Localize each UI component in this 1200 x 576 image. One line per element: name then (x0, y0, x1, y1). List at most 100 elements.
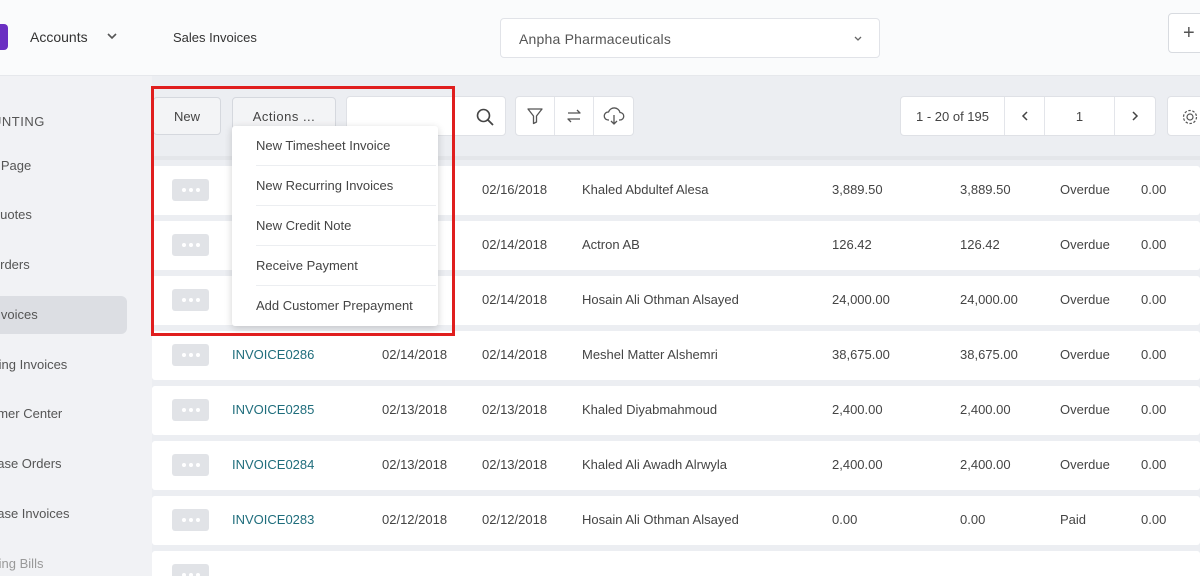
chevron-down-icon (854, 36, 862, 41)
menu-item-receive-payment[interactable]: Receive Payment (256, 246, 436, 286)
row-menu-button[interactable] (172, 454, 209, 476)
company-select-value: Anpha Pharmaceuticals (519, 31, 672, 47)
balance: 3,889.50 (960, 182, 1011, 197)
page-title: Sales Invoices (173, 30, 257, 45)
filter-button[interactable] (516, 97, 555, 135)
menu-item-new-recurring-invoices[interactable]: New Recurring Invoices (256, 166, 436, 206)
sidebar-item-orders[interactable]: Orders (0, 246, 127, 284)
sidebar-item-label: hase Invoices (0, 506, 70, 521)
row-menu-button[interactable] (172, 179, 209, 201)
page-number-input[interactable]: 1 (1045, 97, 1115, 135)
due-date: 02/16/2018 (482, 182, 548, 197)
balance: 126.42 (960, 237, 1000, 252)
chevron-left-icon (1021, 111, 1028, 121)
row-menu-button[interactable] (172, 344, 209, 366)
sidebar-item-recurring-bills[interactable]: rring Bills (0, 545, 127, 576)
row-menu-button[interactable] (172, 564, 209, 576)
invoice-number-link[interactable]: INVOICE0286 (232, 347, 314, 362)
cloud-download-icon (603, 107, 624, 125)
menu-item-add-customer-prepayment[interactable]: Add Customer Prepayment (256, 286, 436, 326)
customer-name: Hosain Ali Othman Alsayed (582, 292, 739, 307)
sort-button[interactable] (555, 97, 594, 135)
amount: 2,400.00 (832, 402, 883, 417)
sidebar-item-purchase-orders[interactable]: hase Orders (0, 445, 127, 483)
sidebar-item-customer-center[interactable]: omer Center (0, 395, 127, 433)
sidebar-item-quotes[interactable]: Quotes (0, 196, 127, 234)
customer-name: Khaled Diyabmahmoud (582, 402, 718, 417)
company-select[interactable]: Anpha Pharmaceuticals (500, 18, 880, 58)
status-badge: Overdue (1060, 457, 1110, 472)
export-button[interactable] (594, 97, 633, 135)
due-date: 02/14/2018 (482, 347, 548, 362)
list-tools (515, 96, 634, 136)
table-row[interactable]: INVOICE0286 02/14/2018 02/14/2018 Meshel… (152, 331, 1200, 380)
invoice-number-link[interactable]: INVOICE0284 (232, 457, 314, 472)
sidebar-item-home[interactable]: e Page (0, 147, 127, 185)
settings-button[interactable] (1167, 96, 1200, 136)
sidebar-item-invoices[interactable]: Invoices (0, 296, 127, 334)
due-date: 02/14/2018 (482, 292, 548, 307)
search-icon[interactable] (475, 107, 495, 127)
invoice-number-link[interactable]: INVOICE0285 (232, 402, 314, 417)
row-menu-button[interactable] (172, 509, 209, 531)
paid-amount: 0.00 (1141, 292, 1167, 307)
sidebar-item-label: rring Invoices (0, 357, 68, 372)
invoice-date: 02/13/2018 (382, 457, 448, 472)
balance: 24,000.00 (960, 292, 1018, 307)
status-badge: Overdue (1060, 237, 1110, 252)
menu-item-new-credit-note[interactable]: New Credit Note (256, 206, 436, 246)
status-badge: Overdue (1060, 182, 1110, 197)
amount: 24,000.00 (832, 292, 890, 307)
status-badge: Overdue (1060, 347, 1110, 362)
sidebar-item-recurring-invoices[interactable]: rring Invoices (0, 346, 127, 384)
chevron-down-icon[interactable] (104, 28, 120, 44)
new-button[interactable]: New (153, 97, 221, 135)
prev-page-button[interactable] (1005, 97, 1045, 135)
app-name[interactable]: Accounts (30, 29, 88, 45)
chevron-right-icon (1132, 111, 1139, 121)
paid-amount: 0.00 (1141, 512, 1167, 527)
status-badge: Paid (1060, 512, 1087, 527)
paid-amount: 0.00 (1141, 182, 1167, 197)
table-row[interactable]: INVOICE0285 02/13/2018 02/13/2018 Khaled… (152, 386, 1200, 435)
plus-icon: + (1183, 22, 1195, 44)
menu-item-new-timesheet-invoice[interactable]: New Timesheet Invoice (256, 126, 436, 166)
customer-name: Khaled Ali Awadh Alrwyla (582, 457, 728, 472)
row-menu-button[interactable] (172, 289, 209, 311)
table-row[interactable]: INVOICE0283 02/12/2018 02/12/2018 Hosain… (152, 496, 1200, 545)
sidebar-item-purchase-invoices[interactable]: hase Invoices (0, 495, 127, 533)
sidebar-item-label: Invoices (0, 307, 38, 322)
pager: 1 - 20 of 195 1 (900, 96, 1156, 136)
filter-icon (527, 108, 543, 125)
row-menu-button[interactable] (172, 399, 209, 421)
customer-name: Khaled Abdultef Alesa (582, 182, 709, 197)
app-switcher[interactable]: Accounts (0, 0, 152, 76)
invoice-date: 02/14/2018 (382, 347, 448, 362)
amount: 3,889.50 (832, 182, 883, 197)
add-button[interactable]: + (1168, 13, 1200, 53)
sidebar-item-label: omer Center (0, 406, 63, 421)
actions-menu: New Timesheet Invoice New Recurring Invo… (232, 126, 438, 326)
pager-range: 1 - 20 of 195 (901, 97, 1005, 135)
row-menu-button[interactable] (172, 234, 209, 256)
paid-amount: 0.00 (1141, 347, 1167, 362)
table-row[interactable] (152, 551, 1200, 576)
paid-amount: 0.00 (1141, 457, 1167, 472)
status-badge: Overdue (1060, 292, 1110, 307)
gear-icon (1182, 109, 1198, 125)
amount: 126.42 (832, 237, 872, 252)
balance: 2,400.00 (960, 457, 1011, 472)
sidebar-item-label: e Page (0, 158, 32, 173)
sidebar-item-label: Quotes (0, 207, 32, 222)
invoice-date: 02/13/2018 (382, 402, 448, 417)
due-date: 02/14/2018 (482, 237, 548, 252)
next-page-button[interactable] (1115, 97, 1155, 135)
table-row[interactable]: INVOICE0284 02/13/2018 02/13/2018 Khaled… (152, 441, 1200, 490)
invoice-date: 02/12/2018 (382, 512, 448, 527)
status-badge: Overdue (1060, 402, 1110, 417)
customer-name: Hosain Ali Othman Alsayed (582, 512, 739, 527)
invoice-number-link[interactable]: INVOICE0283 (232, 512, 314, 527)
balance: 2,400.00 (960, 402, 1011, 417)
sidebar-item-label: hase Orders (0, 456, 62, 471)
amount: 2,400.00 (832, 457, 883, 472)
